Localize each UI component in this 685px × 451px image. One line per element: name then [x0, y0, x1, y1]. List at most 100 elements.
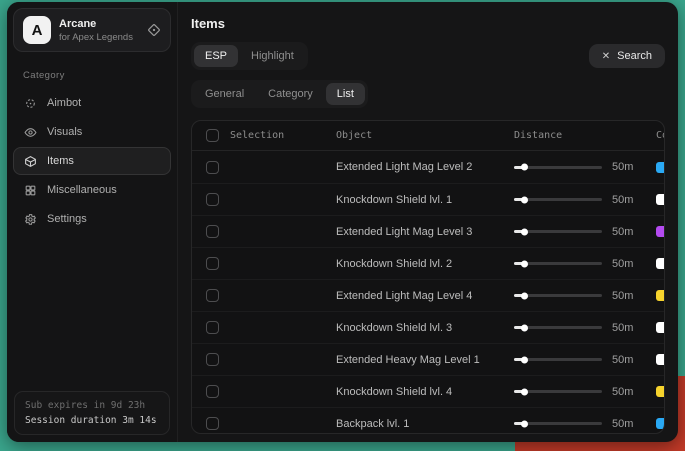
distance-value: 50m — [612, 322, 646, 334]
target-icon[interactable] — [147, 23, 161, 37]
sidebar-item-label: Visuals — [47, 126, 82, 138]
app-window: A Arcane for Apex Legends Category Aimbo… — [7, 2, 678, 442]
app-title-block: Arcane for Apex Legends — [59, 18, 133, 43]
select-all-checkbox[interactable] — [206, 129, 219, 142]
distance-slider[interactable] — [514, 230, 602, 233]
sidebar-item-label: Settings — [47, 213, 87, 225]
slider-thumb[interactable] — [521, 196, 528, 203]
table-body: Extended Light Mag Level 2 50m Knockdown… — [192, 151, 664, 434]
row-checkbox[interactable] — [206, 321, 219, 334]
sidebar-item-label: Aimbot — [47, 97, 81, 109]
tab-highlight[interactable]: Highlight — [240, 45, 305, 67]
distance-value: 50m — [612, 354, 646, 366]
tab-category[interactable]: Category — [257, 83, 324, 105]
column-header-object: Object — [336, 130, 504, 141]
app-name: Arcane — [59, 18, 133, 30]
sidebar-item-settings[interactable]: Settings — [13, 205, 171, 233]
sidebar-item-visuals[interactable]: Visuals — [13, 118, 171, 146]
tab-list[interactable]: List — [326, 83, 365, 105]
distance-value: 50m — [612, 194, 646, 206]
table-row: Extended Light Mag Level 2 50m — [192, 151, 664, 183]
color-swatch[interactable] — [656, 322, 665, 333]
sidebar-item-label: Miscellaneous — [47, 184, 117, 196]
row-checkbox[interactable] — [206, 289, 219, 302]
slider-thumb[interactable] — [521, 260, 528, 267]
object-name: Backpack lvl. 1 — [336, 418, 504, 430]
table-row: Knockdown Shield lvl. 3 50m — [192, 311, 664, 343]
column-header-color: Color — [656, 130, 665, 141]
slider-thumb[interactable] — [521, 324, 528, 331]
table-header-row: Selection Object Distance Color — [192, 121, 664, 151]
color-swatch[interactable] — [656, 226, 665, 237]
distance-slider[interactable] — [514, 358, 602, 361]
distance-slider[interactable] — [514, 166, 602, 169]
app-subtitle: for Apex Legends — [59, 32, 133, 43]
color-swatch[interactable] — [656, 386, 665, 397]
app-header-card: A Arcane for Apex Legends — [13, 8, 171, 52]
distance-slider[interactable] — [514, 198, 602, 201]
miscellaneous-icon — [24, 184, 37, 197]
distance-slider[interactable] — [514, 390, 602, 393]
row-checkbox[interactable] — [206, 353, 219, 366]
distance-value: 50m — [612, 226, 646, 238]
mode-toolbar: ESP Highlight ✕ Search — [191, 42, 665, 70]
tab-esp[interactable]: ESP — [194, 45, 238, 67]
table-row: Extended Heavy Mag Level 1 50m — [192, 343, 664, 375]
aimbot-icon — [24, 97, 37, 110]
items-icon — [24, 155, 37, 168]
column-header-selection: Selection — [230, 130, 326, 141]
sub-expiry-text: Sub expires in 9d 23h — [25, 400, 159, 411]
row-checkbox[interactable] — [206, 257, 219, 270]
slider-thumb[interactable] — [521, 164, 528, 171]
slider-thumb[interactable] — [521, 292, 528, 299]
column-header-distance: Distance — [514, 130, 602, 141]
table-row: Knockdown Shield lvl. 4 50m — [192, 375, 664, 407]
object-name: Knockdown Shield lvl. 2 — [336, 258, 504, 270]
distance-value: 50m — [612, 258, 646, 270]
row-checkbox[interactable] — [206, 193, 219, 206]
distance-value: 50m — [612, 418, 646, 430]
distance-slider[interactable] — [514, 326, 602, 329]
items-table: Selection Object Distance Color Extended… — [191, 120, 665, 434]
view-toolbar: General Category List — [191, 80, 665, 108]
object-name: Knockdown Shield lvl. 1 — [336, 194, 504, 206]
slider-thumb[interactable] — [521, 420, 528, 427]
object-name: Extended Light Mag Level 3 — [336, 226, 504, 238]
slider-thumb[interactable] — [521, 228, 528, 235]
table-row: Extended Light Mag Level 3 50m — [192, 215, 664, 247]
distance-value: 50m — [612, 161, 646, 173]
view-tabs: General Category List — [191, 80, 368, 108]
color-swatch[interactable] — [656, 354, 665, 365]
page-title: Items — [191, 16, 665, 31]
slider-thumb[interactable] — [521, 388, 528, 395]
row-checkbox[interactable] — [206, 417, 219, 430]
color-swatch[interactable] — [656, 258, 665, 269]
session-info-card: Sub expires in 9d 23h Session duration 3… — [14, 391, 170, 435]
sidebar-item-aimbot[interactable]: Aimbot — [13, 89, 171, 117]
tab-general[interactable]: General — [194, 83, 255, 105]
sidebar-item-items[interactable]: Items — [13, 147, 171, 175]
color-swatch[interactable] — [656, 418, 665, 429]
sidebar-item-miscellaneous[interactable]: Miscellaneous — [13, 176, 171, 204]
row-checkbox[interactable] — [206, 161, 219, 174]
distance-slider[interactable] — [514, 422, 602, 425]
app-logo: A — [23, 16, 51, 44]
color-swatch[interactable] — [656, 194, 665, 205]
search-button[interactable]: ✕ Search — [589, 44, 665, 68]
search-icon: ✕ — [602, 51, 610, 62]
object-name: Extended Heavy Mag Level 1 — [336, 354, 504, 366]
row-checkbox[interactable] — [206, 385, 219, 398]
object-name: Extended Light Mag Level 4 — [336, 290, 504, 302]
slider-thumb[interactable] — [521, 356, 528, 363]
row-checkbox[interactable] — [206, 225, 219, 238]
distance-slider[interactable] — [514, 262, 602, 265]
table-row: Knockdown Shield lvl. 1 50m — [192, 183, 664, 215]
distance-slider[interactable] — [514, 294, 602, 297]
table-row: Extended Light Mag Level 4 50m — [192, 279, 664, 311]
mode-tabs: ESP Highlight — [191, 42, 308, 70]
settings-icon — [24, 213, 37, 226]
color-swatch[interactable] — [656, 162, 665, 173]
session-duration-text: Session duration 3m 14s — [25, 415, 159, 426]
color-swatch[interactable] — [656, 290, 665, 301]
sidebar-category-label: Category — [23, 70, 177, 81]
